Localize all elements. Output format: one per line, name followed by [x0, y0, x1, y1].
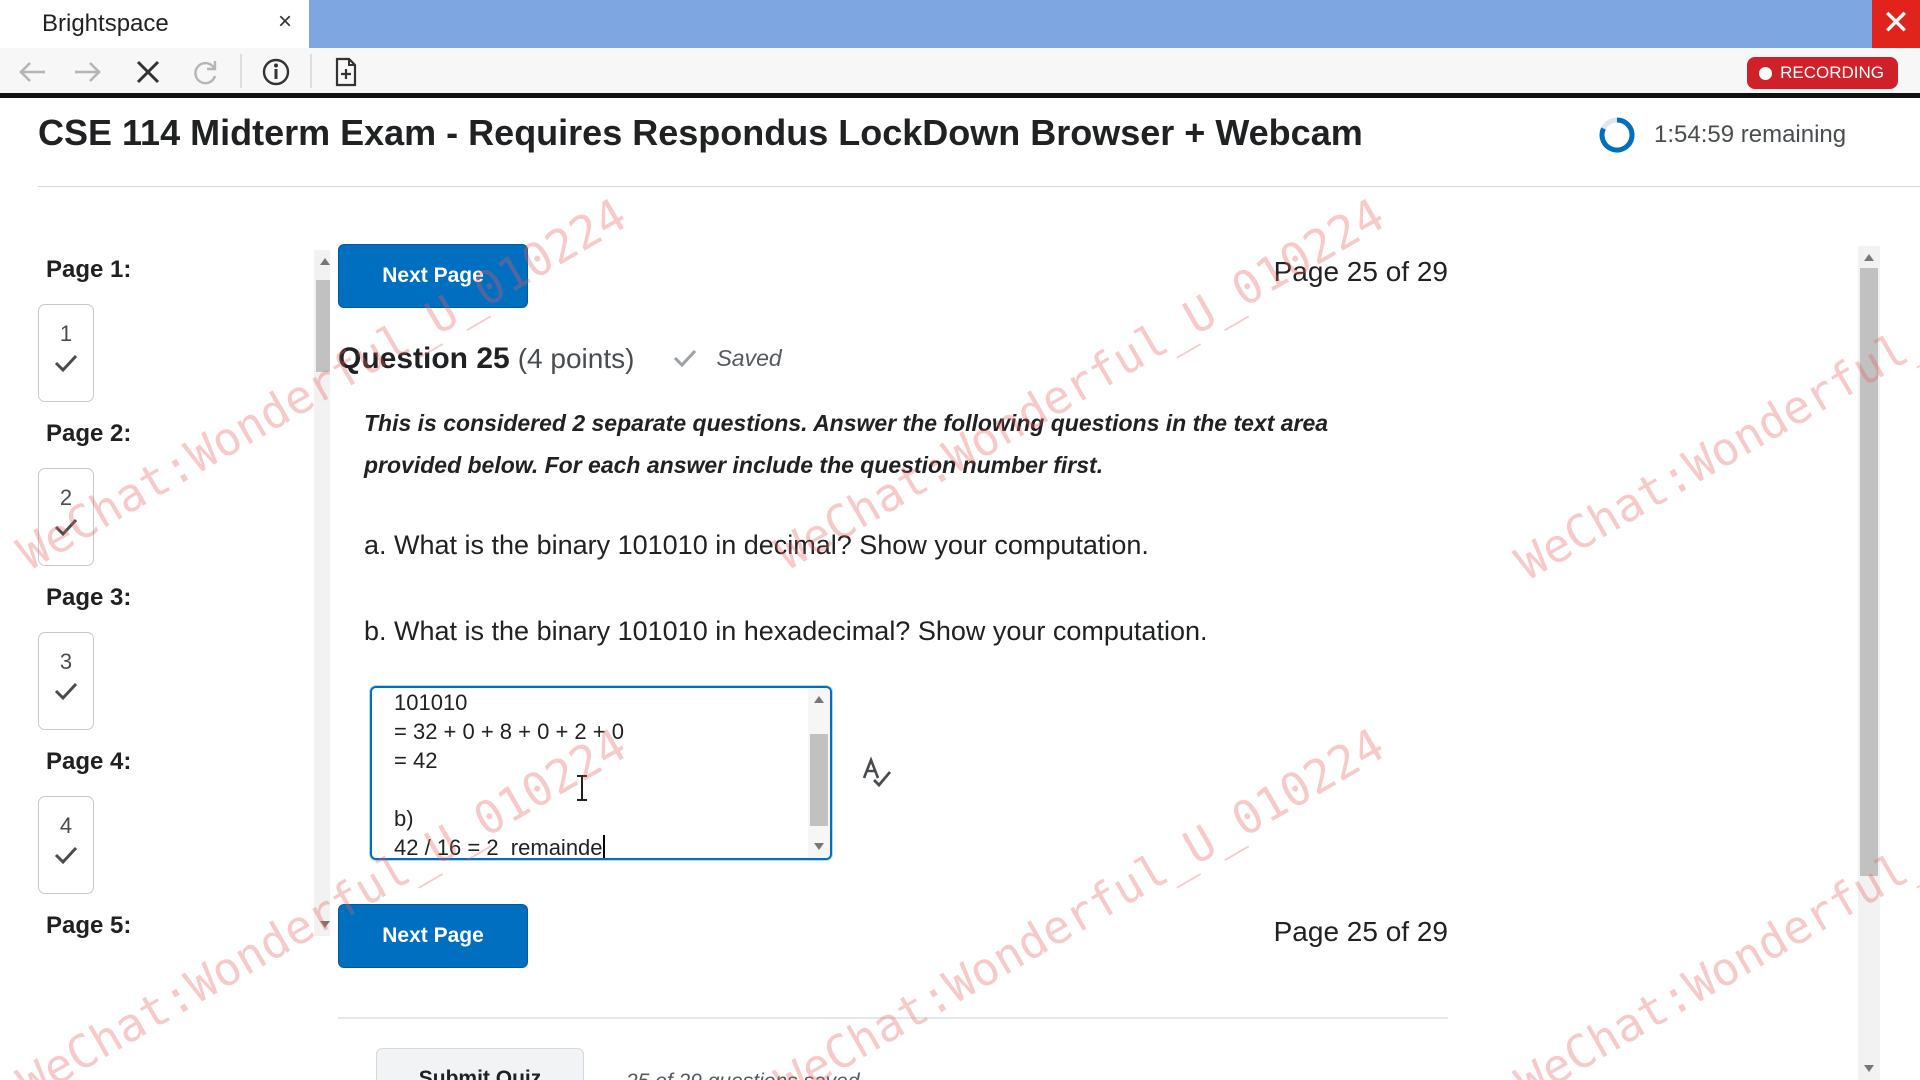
scroll-up-icon[interactable] — [1864, 254, 1874, 261]
check-icon — [674, 349, 697, 368]
page-number: 1 — [59, 321, 73, 346]
text-cursor-icon — [577, 775, 587, 801]
forward-arrow-icon — [75, 62, 101, 82]
reload-icon — [194, 61, 217, 85]
page-indicator-bottom: Page 25 of 29 — [1273, 916, 1448, 947]
page-number: 4 — [59, 813, 73, 838]
forward-button[interactable] — [68, 52, 108, 92]
page-navigation: Page 1: 1 Page 2: 2 Page 3: 3 Page 4: 4 … — [0, 240, 330, 940]
content-divider — [338, 1017, 1448, 1019]
scroll-down-icon[interactable] — [814, 843, 824, 850]
question-points: (4 points) — [517, 343, 635, 374]
answer-line: b) — [394, 806, 414, 831]
page-icon — [335, 57, 357, 87]
tab-strip: Brightspace × ✕ — [0, 0, 1920, 48]
tab-title: Brightspace — [42, 10, 169, 37]
textarea-scrollbar[interactable] — [808, 688, 830, 858]
scroll-down-icon[interactable] — [1864, 1065, 1874, 1072]
header-divider — [38, 186, 1920, 187]
saved-status: Saved — [672, 344, 782, 372]
nav-scroll-thumb[interactable] — [316, 280, 330, 372]
scroll-up-icon[interactable] — [814, 696, 824, 703]
main-scroll-thumb[interactable] — [1860, 268, 1878, 876]
page-number: 2 — [59, 485, 73, 510]
page-indicator-top: Page 25 of 29 — [1273, 256, 1448, 287]
answer-line: 101010 — [394, 690, 468, 715]
back-button[interactable] — [12, 52, 52, 92]
check-icon — [39, 845, 93, 870]
submit-quiz-button[interactable]: Submit Quiz — [376, 1048, 584, 1080]
nav-scrollbar[interactable] — [314, 250, 330, 936]
page-button-1[interactable]: 1 — [38, 304, 94, 402]
reload-button[interactable] — [186, 52, 226, 92]
question-part-b: b. What is the binary 101010 in hexadeci… — [364, 616, 1208, 646]
page-label: Page 3: — [46, 584, 132, 611]
answer-line: = 32 + 0 + 8 + 0 + 2 + 0 — [394, 719, 624, 744]
answer-textarea[interactable]: 101010 = 32 + 0 + 8 + 0 + 2 + 0 = 42 b) 42 /… — [370, 686, 832, 860]
question-instructions: This is considered 2 separate questions.… — [364, 410, 1329, 478]
answer-line: 42 / 16 = 2 remainde — [394, 835, 603, 860]
question-title: Question 25 — [338, 342, 510, 375]
spellcheck-icon[interactable] — [860, 756, 894, 790]
stop-icon — [136, 60, 160, 84]
page-button-4[interactable]: 4 — [38, 796, 94, 894]
check-icon — [39, 517, 93, 542]
page-number: 3 — [59, 649, 73, 674]
info-button[interactable] — [256, 52, 296, 92]
scroll-down-icon[interactable] — [320, 921, 330, 928]
stop-button[interactable] — [128, 52, 168, 92]
timer: 1:54:59 remaining — [1598, 116, 1846, 154]
text-caret — [602, 835, 605, 858]
answer-line-current: 42 / 16 = 2 remainde — [394, 833, 624, 860]
window-close-button[interactable]: ✕ — [1872, 0, 1920, 48]
question-header: Question 25 (4 points) Saved — [338, 342, 782, 376]
question-part-a: a. What is the binary 101010 in decimal?… — [364, 530, 1149, 560]
page-button-3[interactable]: 3 — [38, 632, 94, 730]
browser-toolbar: RECORDING — [0, 48, 1920, 98]
next-page-button-bottom[interactable]: Next Page — [338, 904, 528, 968]
tab-close-button[interactable]: × — [272, 6, 298, 38]
saved-label: Saved — [716, 344, 782, 371]
time-remaining: 1:54:59 remaining — [1654, 121, 1847, 148]
page-button-2[interactable]: 2 — [38, 468, 94, 566]
page-label: Page 5: — [46, 912, 132, 939]
timer-ring-icon — [1599, 117, 1635, 153]
recording-label: RECORDING — [1780, 63, 1884, 82]
questions-saved-count: 25 of 29 questions saved — [626, 1070, 860, 1080]
back-arrow-icon — [19, 62, 45, 82]
check-icon — [39, 681, 93, 706]
page-label: Page 2: — [46, 420, 132, 447]
page-label: Page 4: — [46, 748, 132, 775]
browser-tab[interactable]: Brightspace × — [0, 0, 309, 48]
watermark: WeChat:Wonderful_U_010224 — [766, 187, 1394, 581]
scroll-up-icon[interactable] — [320, 258, 330, 265]
recording-badge[interactable]: RECORDING — [1747, 57, 1898, 89]
exam-title: CSE 114 Midterm Exam - Requires Respondu… — [38, 112, 1363, 153]
info-icon — [262, 58, 290, 86]
recording-dot-icon — [1759, 66, 1773, 80]
page-label: Page 1: — [46, 256, 132, 283]
toolbar-separator — [310, 54, 312, 88]
check-icon — [39, 353, 93, 378]
main-scrollbar[interactable] — [1858, 246, 1880, 1080]
textarea-scroll-thumb[interactable] — [810, 734, 828, 826]
next-page-button-top[interactable]: Next Page — [338, 244, 528, 308]
toolbar-separator — [240, 54, 242, 88]
answer-line: = 42 — [394, 748, 438, 773]
page-button[interactable] — [326, 52, 366, 92]
